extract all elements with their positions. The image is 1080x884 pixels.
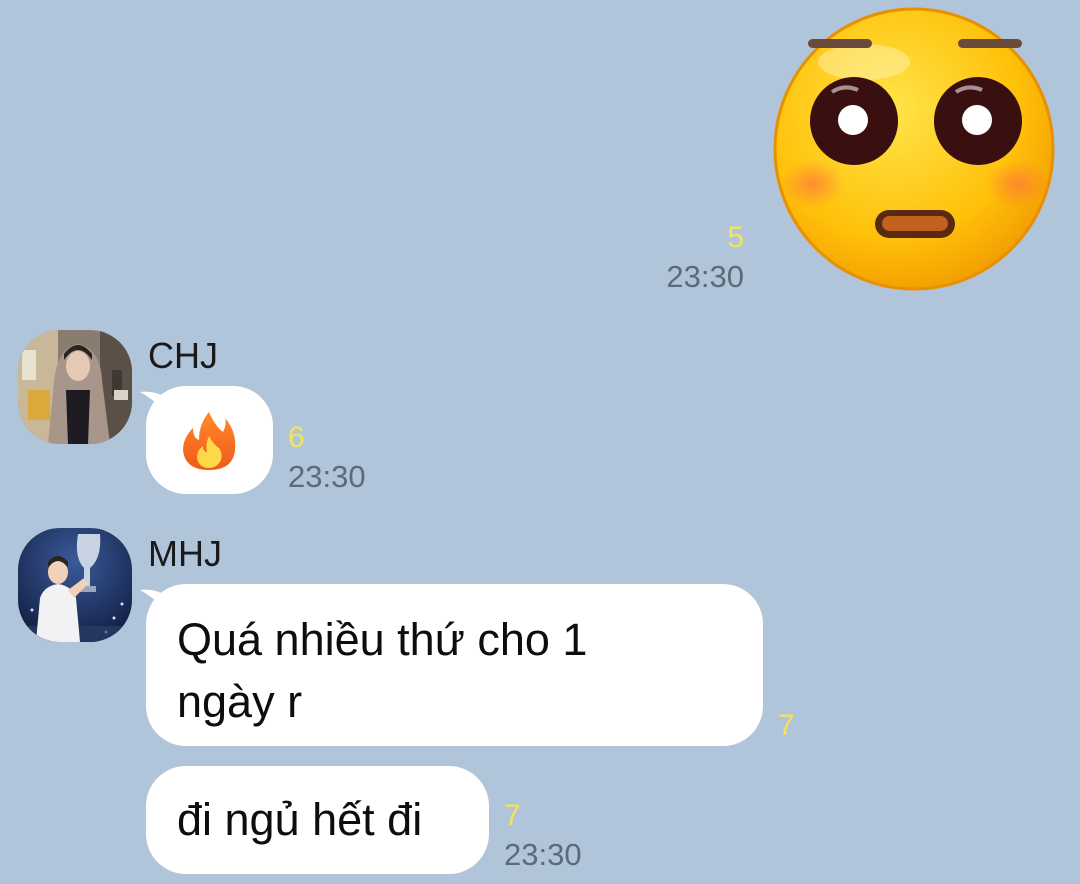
- chat-message-list[interactable]: 5 23:30 CHJ 6 23:30 MHJ Quá nhiều thứ ch…: [0, 0, 1080, 884]
- blushing-face-icon: [773, 7, 1055, 291]
- trophy-holder-avatar-icon: [18, 528, 132, 642]
- timestamp: 23:30: [504, 837, 582, 872]
- avatar-chj[interactable]: [18, 330, 132, 444]
- message-bubble-text[interactable]: đi ngủ hết đi: [146, 766, 489, 874]
- unread-count: 7: [504, 799, 521, 832]
- hooded-person-avatar-icon: [18, 330, 132, 444]
- blushing-face-sticker[interactable]: [772, 4, 1058, 292]
- unread-count: 7: [778, 709, 795, 742]
- mhj-message-2-meta: 7 23:30: [504, 796, 582, 874]
- timestamp: 23:30: [666, 259, 744, 294]
- sender-name: MHJ: [148, 533, 222, 574]
- timestamp: 23:30: [288, 459, 366, 494]
- message-bubble-text[interactable]: Quá nhiều thứ cho 1 ngày r: [146, 584, 763, 746]
- message-text-line: đi ngủ hết đi: [177, 794, 423, 845]
- chj-message-meta: 6 23:30: [288, 418, 366, 496]
- fire-icon: [183, 412, 236, 470]
- unread-count: 5: [727, 221, 744, 254]
- mhj-message-1-meta: 7: [778, 706, 795, 746]
- message-bubble-emoji[interactable]: 🔥: [146, 386, 273, 494]
- message-text-line: Quá nhiều thứ cho 1: [177, 614, 588, 665]
- unread-count: 6: [288, 421, 305, 454]
- message-text-line: ngày r: [177, 676, 303, 727]
- avatar-mhj[interactable]: [18, 528, 132, 642]
- sent-sticker-meta: 5 23:30: [666, 218, 744, 296]
- sender-name: CHJ: [148, 335, 218, 376]
